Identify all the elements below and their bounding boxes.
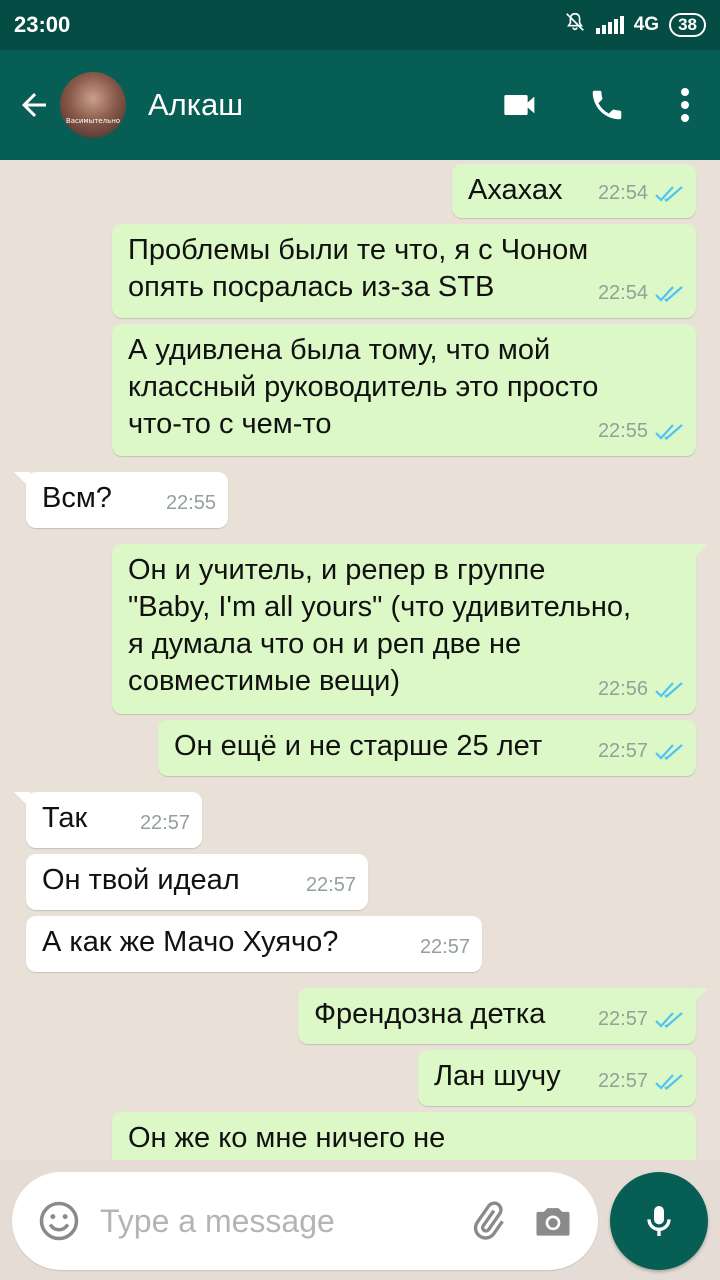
message-bubble[interactable]: Он ещё и не старше 25 лет 22:57: [158, 720, 696, 776]
message-time: 22:56: [597, 678, 648, 700]
message-bubble[interactable]: Он же ко мне ничего не: [112, 1112, 696, 1160]
smiley-icon: [39, 1201, 79, 1241]
message-meta: 22:55: [166, 485, 216, 522]
message-bubble[interactable]: Всм? 22:55: [14, 472, 228, 528]
mute-bell-icon: [564, 11, 586, 39]
message-text: Так: [42, 802, 88, 834]
double-check-icon: [655, 1073, 683, 1090]
message-meta: 22:57: [306, 867, 356, 904]
bubble-tail: [692, 544, 708, 560]
message-text: Он же ко мне ничего не: [128, 1122, 446, 1154]
message-bubble[interactable]: Френдозна детка 22:57: [298, 988, 708, 1044]
voice-call-button[interactable]: [564, 50, 650, 160]
message-meta: 22:57: [598, 1001, 684, 1038]
video-call-button[interactable]: [478, 50, 564, 160]
message-meta: 22:57: [140, 805, 190, 842]
chat-header: Васимытельно Алкаш: [0, 50, 720, 160]
double-check-icon: [655, 743, 683, 760]
bubble-tail: [692, 988, 708, 1004]
message-text: А удивлена была тому, что мой классный р…: [128, 334, 599, 440]
message-bubble[interactable]: А удивлена была тому, что мой классный р…: [112, 324, 696, 456]
message-bubble[interactable]: Ахахах 22:54: [452, 164, 696, 218]
microphone-icon: [647, 1206, 671, 1236]
message-text: Лан шучу: [434, 1060, 561, 1092]
double-check-icon: [655, 185, 683, 202]
paperclip-icon: [473, 1201, 504, 1240]
message-input[interactable]: Type a message: [12, 1172, 598, 1270]
message-meta: 22:57: [598, 733, 684, 770]
message-text: А как же Мачо Хуячо?: [42, 926, 339, 958]
message-time: 22:54: [597, 282, 648, 304]
message-time: 22:57: [419, 936, 470, 958]
message-text: Он ещё и не старше 25 лет: [174, 730, 543, 762]
more-options-button[interactable]: [650, 50, 720, 160]
more-vert-icon: [681, 88, 689, 122]
camera-button[interactable]: [518, 1172, 588, 1270]
message-placeholder[interactable]: Type a message: [100, 1203, 458, 1240]
message-time: 22:57: [305, 874, 356, 896]
voice-record-button[interactable]: [610, 1172, 708, 1270]
message-bubble[interactable]: Так 22:57: [14, 792, 202, 848]
bubble-tail: [14, 792, 30, 808]
videocam-icon: [504, 95, 535, 115]
message-time: 22:57: [597, 1070, 648, 1092]
message-meta: 22:57: [598, 1063, 684, 1100]
header-actions: [478, 50, 720, 160]
message-bubble[interactable]: Он и учитель, и репер в группе "Baby, I'…: [112, 544, 708, 714]
phone-icon: [592, 90, 622, 120]
message-text: Френдозна детка: [314, 998, 546, 1030]
message-bubble[interactable]: Лан шучу 22:57: [418, 1050, 696, 1106]
message-time: 22:55: [165, 492, 216, 514]
avatar[interactable]: Васимытельно: [60, 72, 126, 138]
contact-name[interactable]: Алкаш: [148, 87, 478, 123]
attach-button[interactable]: [458, 1172, 518, 1270]
back-button[interactable]: [4, 50, 64, 160]
message-list[interactable]: Ахахах 22:54 Проблемы были те что, я с Ч…: [0, 160, 720, 1160]
composer-bar: Type a message: [0, 1160, 720, 1280]
message-time: 22:57: [597, 740, 648, 762]
message-bubble[interactable]: А как же Мачо Хуячо? 22:57: [26, 916, 482, 972]
status-time: 23:00: [14, 12, 71, 37]
message-time: 22:57: [597, 1008, 648, 1030]
message-time: 22:55: [597, 420, 648, 442]
message-text: Проблемы были те что, я с Чоном опять по…: [128, 234, 589, 303]
message-time: 22:54: [597, 182, 648, 204]
message-meta: 22:57: [420, 929, 470, 966]
double-check-icon: [655, 285, 683, 302]
battery-indicator: 38: [669, 13, 706, 37]
message-meta: 22:56: [598, 671, 684, 708]
avatar-caption: Васимытельно: [65, 117, 121, 125]
message-meta: 22:55: [598, 413, 684, 450]
message-text: Всм?: [42, 482, 112, 514]
message-meta: 22:54: [598, 175, 684, 212]
message-text: Он твой идеал: [42, 864, 240, 896]
double-check-icon: [655, 423, 683, 440]
message-bubble[interactable]: Проблемы были те что, я с Чоном опять по…: [112, 224, 696, 318]
message-text: Он и учитель, и репер в группе "Baby, I'…: [128, 554, 632, 697]
bubble-tail: [14, 472, 30, 488]
network-type: 4G: [633, 14, 660, 35]
double-check-icon: [655, 1011, 683, 1028]
emoji-button[interactable]: [20, 1172, 98, 1270]
status-bar: 23:00 4G 38: [0, 0, 720, 50]
arrow-left-icon: [22, 93, 46, 117]
message-meta: 22:54: [598, 275, 684, 312]
status-icons: 4G 38: [564, 11, 706, 39]
message-text: Ахахах: [468, 174, 563, 206]
message-time: 22:57: [139, 812, 190, 834]
camera-icon: [536, 1208, 570, 1236]
signal-icon: [595, 16, 624, 34]
message-bubble[interactable]: Он твой идеал 22:57: [26, 854, 368, 910]
double-check-icon: [655, 681, 683, 698]
